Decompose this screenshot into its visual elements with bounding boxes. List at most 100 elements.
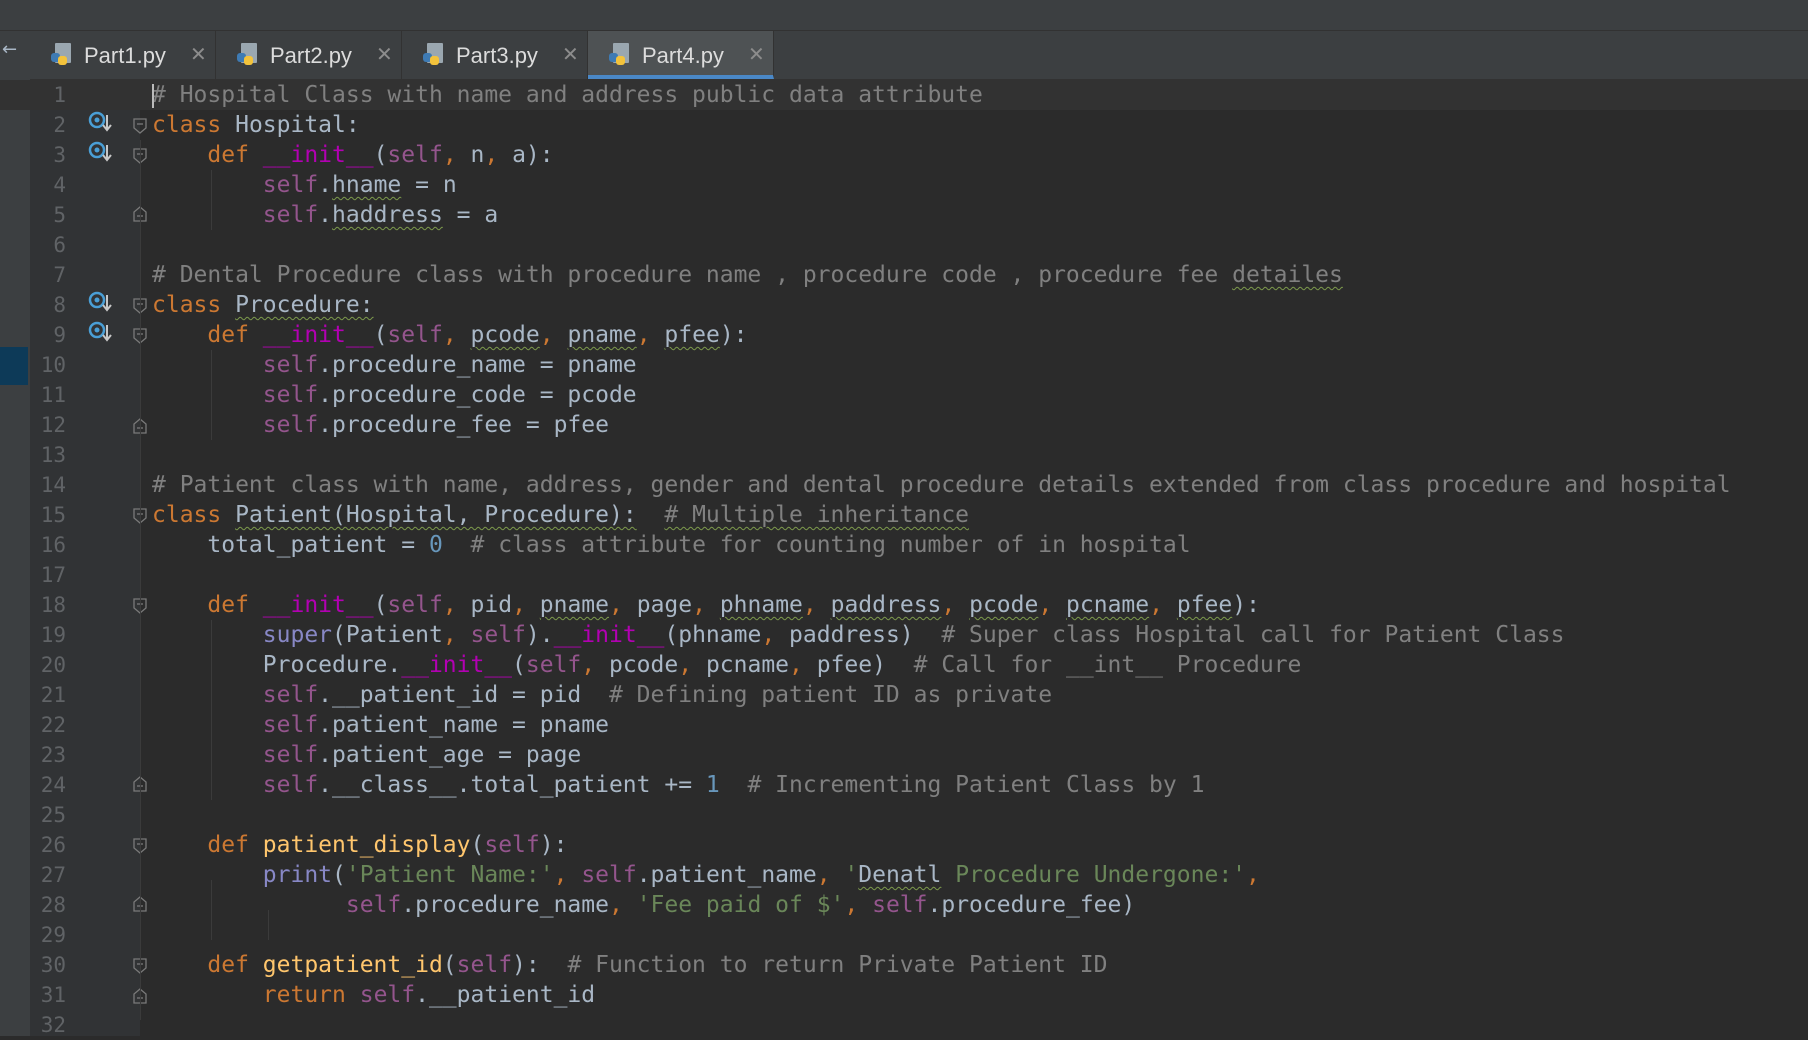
code-text[interactable]: return self.__patient_id [152, 980, 595, 1010]
tab-part1[interactable]: Part1.py ✕ [30, 31, 216, 79]
override-method-icon[interactable] [88, 321, 112, 345]
code-text[interactable]: def __init__(self, pid, pname, page, phn… [152, 590, 1260, 620]
code-line[interactable]: 1 # Hospital Class with name and address … [0, 80, 1808, 110]
line-number: 11 [40, 383, 66, 407]
code-text[interactable]: class Hospital: [152, 110, 360, 140]
override-method-icon[interactable] [88, 291, 112, 315]
code-line[interactable]: 3 def __init__(self, n, a): [0, 140, 1808, 170]
code-token: pcode [608, 652, 679, 678]
code-text[interactable]: def patient_display(self): [152, 830, 567, 860]
code-line[interactable]: 17 [0, 560, 1808, 590]
code-line[interactable]: 20 Procedure.__init__(self, pcode, pcnam… [0, 650, 1808, 680]
code-token: # class attribute for counting number of… [470, 532, 1191, 558]
code-token: # Multiple inheritance [664, 502, 970, 528]
code-line[interactable]: 11 self.procedure_code = pcode [0, 380, 1808, 410]
code-text[interactable]: self.procedure_name = pname [152, 350, 637, 380]
code-line[interactable]: 28 self.procedure_name, 'Fee paid of $',… [0, 890, 1808, 920]
code-token: .procedure_code = pcode [318, 382, 637, 408]
code-line[interactable]: 15 class Patient(Hospital, Procedure): # … [0, 500, 1808, 530]
line-number: 24 [40, 773, 66, 797]
code-text[interactable]: print('Patient Name:', self.patient_name… [152, 860, 1260, 890]
line-number: 10 [40, 353, 66, 377]
code-line[interactable]: 23 self.patient_age = page [0, 740, 1808, 770]
code-line[interactable]: 2 class Hospital: [0, 110, 1808, 140]
code-line[interactable]: 5 self.haddress = a [0, 200, 1808, 230]
code-line[interactable]: 29 [0, 920, 1808, 950]
close-icon[interactable]: ✕ [748, 42, 765, 66]
line-number: 15 [40, 503, 66, 527]
code-token: return [262, 982, 360, 1008]
code-token: .patient_name = pname [318, 712, 609, 738]
line-number: 8 [53, 293, 66, 317]
code-line[interactable]: 31 return self.__patient_id [0, 980, 1808, 1010]
code-token: , [484, 142, 513, 168]
code-line[interactable]: 13 [0, 440, 1808, 470]
code-line[interactable]: 12 self.procedure_fee = pfee [0, 410, 1808, 440]
code-text[interactable]: class Procedure: [152, 290, 374, 320]
code-token: # Call for __int__ Procedure [913, 652, 1302, 678]
code-line[interactable]: 25 [0, 800, 1808, 830]
left-arrow-icon[interactable]: ← [2, 39, 17, 60]
code-line[interactable]: 16 total_patient = 0 # class attribute f… [0, 530, 1808, 560]
code-text[interactable]: def __init__(self, n, a): [152, 140, 553, 170]
code-text[interactable]: Procedure.__init__(self, pcode, pcname, … [152, 650, 1302, 680]
code-line[interactable]: 21 self.__patient_id = pid # Defining pa… [0, 680, 1808, 710]
close-icon[interactable]: ✕ [376, 42, 393, 66]
code-text[interactable]: class Patient(Hospital, Procedure): # Mu… [152, 500, 969, 530]
code-line[interactable]: 4 self.hname = n [0, 170, 1808, 200]
tab-part3[interactable]: Part3.py ✕ [402, 31, 588, 79]
close-icon[interactable]: ✕ [190, 42, 207, 66]
code-text[interactable]: self.__class__.total_patient += 1 # Incr… [152, 770, 1205, 800]
code-line[interactable]: 6 [0, 230, 1808, 260]
override-method-icon[interactable] [88, 141, 112, 165]
code-line[interactable]: 7 # Dental Procedure class with procedure… [0, 260, 1808, 290]
code-text[interactable]: self.procedure_fee = pfee [152, 410, 609, 440]
code-token: self [484, 832, 540, 858]
code-token: (phname [664, 622, 762, 648]
override-method-icon[interactable] [88, 111, 112, 135]
code-token: page [636, 592, 693, 618]
code-line[interactable]: 24 self.__class__.total_patient += 1 # I… [0, 770, 1808, 800]
code-line[interactable]: 10 self.procedure_name = pname [0, 350, 1808, 380]
code-token: , [1149, 592, 1177, 618]
code-line[interactable]: 8 class Procedure: [0, 290, 1808, 320]
fold-start-icon[interactable] [133, 118, 147, 134]
editor-tab-bar: Part1.py ✕ Part2.py ✕ Part3.py ✕ Part4.p… [30, 31, 1808, 80]
code-text[interactable]: def getpatient_id(self): # Function to r… [152, 950, 1107, 980]
tab-part2[interactable]: Part2.py ✕ [216, 31, 402, 79]
tab-part4[interactable]: Part4.py ✕ [588, 31, 774, 79]
code-token: pname [539, 592, 610, 618]
code-text[interactable]: # Hospital Class with name and address p… [152, 80, 983, 110]
code-text[interactable]: # Patient class with name, address, gend… [152, 470, 1731, 500]
code-line[interactable]: 18 def __init__(self, pid, pname, page, … [0, 590, 1808, 620]
code-text[interactable]: self.hname = n [152, 170, 457, 200]
code-text[interactable]: def __init__(self, pcode, pname, pfee): [152, 320, 747, 350]
code-line[interactable]: 14 # Patient class with name, address, ge… [0, 470, 1808, 500]
code-text[interactable]: self.__patient_id = pid # Defining patie… [152, 680, 1052, 710]
code-line[interactable]: 30 def getpatient_id(self): # Function t… [0, 950, 1808, 980]
code-token: self [262, 772, 319, 798]
code-text[interactable]: self.procedure_code = pcode [152, 380, 637, 410]
code-text[interactable]: super(Patient, self).__init__(phname, pa… [152, 620, 1565, 650]
code-text[interactable]: total_patient = 0 # class attribute for … [152, 530, 1191, 560]
code-line[interactable]: 9 def __init__(self, pcode, pname, pfee)… [0, 320, 1808, 350]
code-text[interactable]: self.patient_age = page [152, 740, 582, 770]
code-text[interactable]: # Dental Procedure class with procedure … [152, 260, 1343, 290]
close-icon[interactable]: ✕ [562, 42, 579, 66]
code-text[interactable]: self.haddress = a [152, 200, 498, 230]
code-text[interactable]: self.procedure_name, 'Fee paid of $', se… [152, 890, 1135, 920]
code-line[interactable]: 19 super(Patient, self).__init__(phname,… [0, 620, 1808, 650]
code-text[interactable]: self.patient_name = pname [152, 710, 609, 740]
code-token: self [262, 382, 319, 408]
code-line[interactable]: 26 def patient_display(self): [0, 830, 1808, 860]
code-token: , [442, 622, 471, 648]
code-line[interactable]: 22 self.patient_name = pname [0, 710, 1808, 740]
line-number: 7 [53, 263, 66, 287]
code-line[interactable]: 27 print('Patient Name:', self.patient_n… [0, 860, 1808, 890]
